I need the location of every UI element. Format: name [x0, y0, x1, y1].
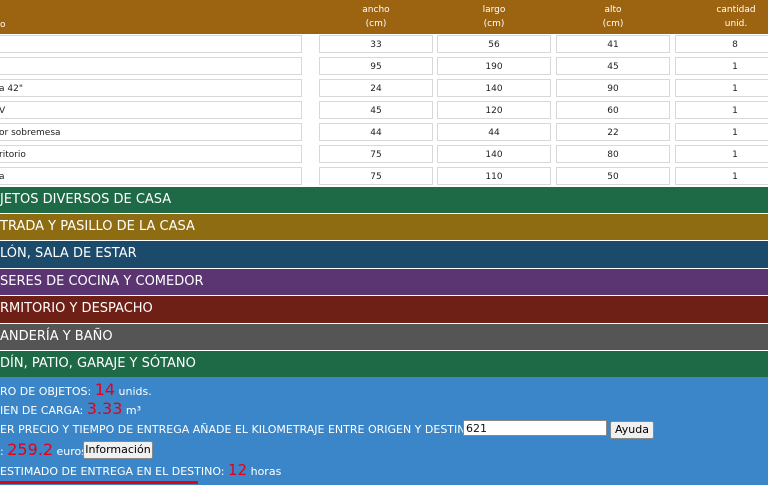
- cantidad-input[interactable]: 1: [675, 101, 768, 119]
- item-name-field[interactable]: ritorio: [0, 145, 302, 163]
- info-button[interactable]: Información: [83, 441, 153, 459]
- section-lavanderia-bano[interactable]: ANDERÍA Y BAÑO: [0, 324, 768, 350]
- largo-input[interactable]: 190: [437, 57, 551, 75]
- section-dormitorio-despacho[interactable]: RMITORIO Y DESPACHO: [0, 296, 768, 323]
- objects-value: 14: [94, 380, 116, 399]
- header-name-label: o: [0, 20, 6, 30]
- section-label: LÓN, SALA DE ESTAR: [0, 246, 137, 261]
- item-name-field[interactable]: [0, 57, 302, 75]
- price-value: 259.2: [7, 440, 54, 459]
- objects-unit: unids.: [118, 385, 152, 398]
- section-label: RMITORIO Y DESPACHO: [0, 301, 153, 316]
- header-cantidad-unit: unid.: [724, 19, 748, 29]
- largo-input[interactable]: 140: [437, 145, 551, 163]
- cantidad-input[interactable]: 1: [675, 145, 768, 163]
- time-label: ESTIMADO DE ENTREGA EN EL DESTINO:: [0, 465, 225, 478]
- largo-input[interactable]: 56: [437, 35, 551, 53]
- table-row: V 45 120 60 1: [0, 100, 768, 122]
- section-label: DÍN, PATIO, GARAJE Y SÓTANO: [0, 356, 196, 371]
- header-ancho-unit: (cm): [365, 19, 387, 29]
- section-label: JETOS DIVERSOS DE CASA: [0, 192, 172, 207]
- section-label: ANDERÍA Y BAÑO: [0, 329, 113, 344]
- price-line: : 259.2 euros: [0, 440, 87, 459]
- km-instruction: ER PRECIO Y TIEMPO DE ENTREGA AÑADE EL K…: [0, 423, 475, 436]
- header-alto-label: alto: [604, 5, 622, 15]
- section-entrada-pasillo[interactable]: TRADA Y PASILLO DE LA CASA: [0, 214, 768, 240]
- header-largo-unit: (cm): [483, 19, 505, 29]
- km-input[interactable]: 621: [463, 420, 607, 436]
- volume-value: 3.33: [86, 399, 123, 418]
- time-value: 12: [228, 461, 248, 479]
- volume-line: IEN DE CARGA: 3.33 m³: [0, 399, 141, 418]
- header-largo: largo (cm): [436, 3, 552, 31]
- ancho-input[interactable]: 44: [319, 123, 433, 141]
- red-underline: [0, 481, 198, 484]
- cantidad-input[interactable]: 1: [675, 123, 768, 141]
- ancho-input[interactable]: 45: [319, 101, 433, 119]
- alto-input[interactable]: 60: [556, 101, 670, 119]
- table-row: or sobremesa 44 44 22 1: [0, 122, 768, 144]
- header-ancho-label: ancho: [362, 5, 390, 15]
- table-row: a 42" 24 140 90 1: [0, 78, 768, 100]
- table-row: ritorio 75 140 80 1: [0, 144, 768, 166]
- section-cocina-comedor[interactable]: SERES DE COCINA Y COMEDOR: [0, 269, 768, 295]
- section-label: SERES DE COCINA Y COMEDOR: [0, 274, 204, 289]
- item-name-field[interactable]: or sobremesa: [0, 123, 302, 141]
- table-row: a 75 110 50 1: [0, 166, 768, 188]
- section-objetos-diversos[interactable]: JETOS DIVERSOS DE CASA: [0, 187, 768, 213]
- alto-input[interactable]: 50: [556, 167, 670, 185]
- ancho-input[interactable]: 24: [319, 79, 433, 97]
- section-salon[interactable]: LÓN, SALA DE ESTAR: [0, 241, 768, 268]
- time-unit: horas: [250, 465, 282, 478]
- cantidad-input[interactable]: 1: [675, 167, 768, 185]
- item-name-field[interactable]: [0, 35, 302, 53]
- cantidad-input[interactable]: 1: [675, 79, 768, 97]
- ancho-input[interactable]: 75: [319, 145, 433, 163]
- largo-input[interactable]: 120: [437, 101, 551, 119]
- summary-panel: RO DE OBJETOS: 14 unids. IEN DE CARGA: 3…: [0, 377, 768, 485]
- alto-input[interactable]: 90: [556, 79, 670, 97]
- header-cantidad-label: cantidad: [716, 5, 756, 15]
- ancho-input[interactable]: 75: [319, 167, 433, 185]
- section-jardin-garaje[interactable]: DÍN, PATIO, GARAJE Y SÓTANO: [0, 351, 768, 377]
- ancho-input[interactable]: 33: [319, 35, 433, 53]
- item-name-field[interactable]: a 42": [0, 79, 302, 97]
- largo-input[interactable]: 140: [437, 79, 551, 97]
- cantidad-input[interactable]: 8: [675, 35, 768, 53]
- table-header: o ancho (cm) largo (cm) alto (cm) cantid…: [0, 0, 768, 34]
- largo-input[interactable]: 110: [437, 167, 551, 185]
- help-button[interactable]: Ayuda: [610, 421, 654, 439]
- cantidad-input[interactable]: 1: [675, 57, 768, 75]
- ancho-input[interactable]: 95: [319, 57, 433, 75]
- item-name-field[interactable]: a: [0, 167, 302, 185]
- objects-label: RO DE OBJETOS:: [0, 385, 92, 398]
- time-line: ESTIMADO DE ENTREGA EN EL DESTINO: 12 ho…: [0, 461, 281, 479]
- largo-input[interactable]: 44: [437, 123, 551, 141]
- alto-input[interactable]: 45: [556, 57, 670, 75]
- header-largo-label: largo: [482, 5, 506, 15]
- alto-input[interactable]: 22: [556, 123, 670, 141]
- volume-label: IEN DE CARGA:: [0, 404, 84, 417]
- item-name-field[interactable]: V: [0, 101, 302, 119]
- alto-input[interactable]: 80: [556, 145, 670, 163]
- table-row: 95 190 45 1: [0, 56, 768, 78]
- header-cantidad: cantidad unid.: [676, 3, 768, 31]
- table-row: 33 56 41 8: [0, 34, 768, 56]
- objects-line: RO DE OBJETOS: 14 unids.: [0, 380, 152, 399]
- header-alto-unit: (cm): [602, 19, 624, 29]
- header-alto: alto (cm): [555, 3, 671, 31]
- volume-unit: m³: [125, 404, 141, 417]
- alto-input[interactable]: 41: [556, 35, 670, 53]
- section-label: TRADA Y PASILLO DE LA CASA: [0, 219, 195, 234]
- price-prefix: :: [0, 445, 4, 458]
- header-ancho: ancho (cm): [318, 3, 434, 31]
